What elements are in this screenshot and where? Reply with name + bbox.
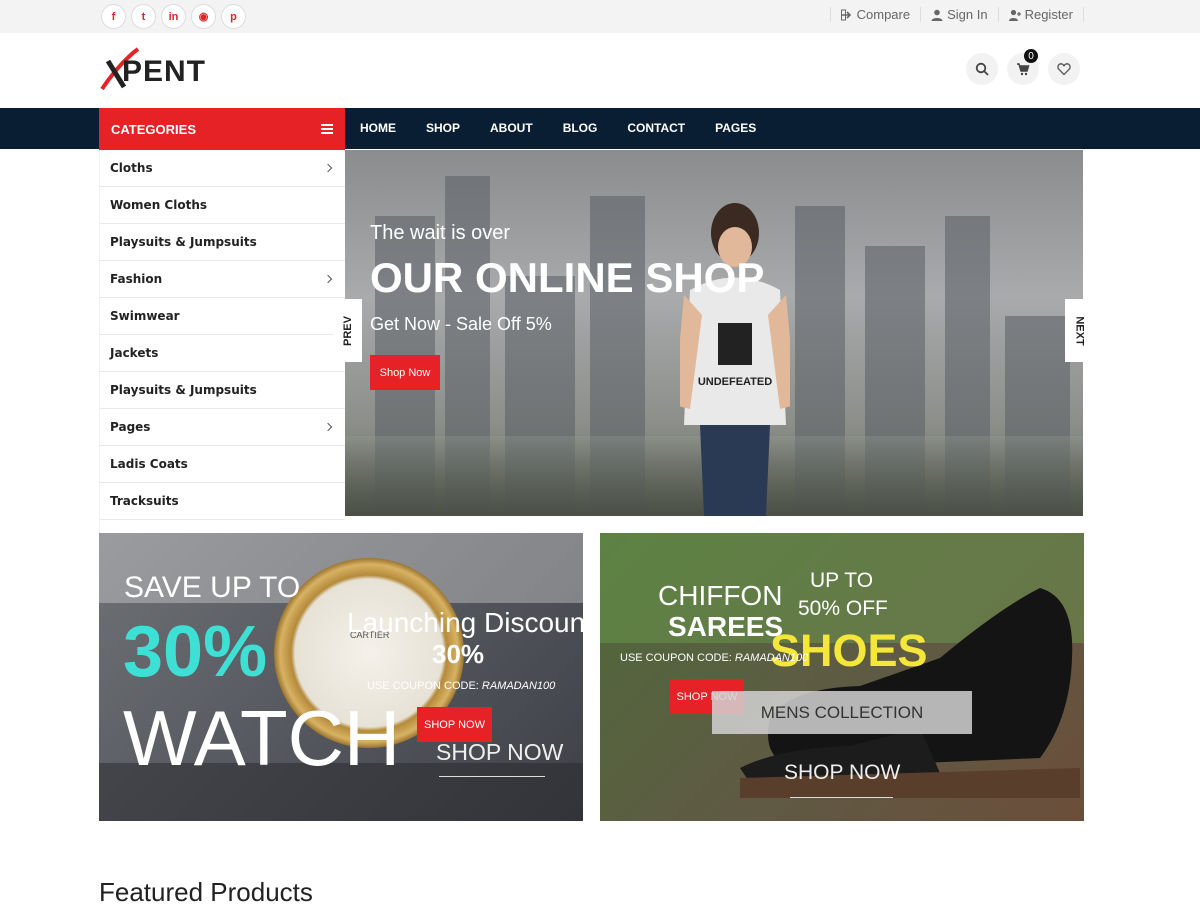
watch-shop-now-text: SHOP NOW (436, 739, 564, 765)
search-button[interactable] (966, 53, 998, 85)
hamburger-icon (321, 124, 333, 134)
hero-slider: UNDEFEATED The wait is over OUR ONLINE S… (345, 150, 1083, 516)
heart-icon (1057, 63, 1071, 76)
category-label: Tracksuits (110, 494, 179, 508)
shoes-title: SHOES (770, 625, 928, 676)
launch-discount-text: Launching Discount (347, 607, 583, 638)
prev-label: PREV (341, 315, 354, 346)
compare-link[interactable]: Compare (829, 7, 920, 22)
watch-title: WATCH (123, 694, 401, 782)
facebook-icon[interactable]: f (101, 4, 126, 29)
launch-percent: 30% (432, 639, 485, 669)
category-item[interactable]: Ladis Coats (100, 446, 345, 483)
category-label: Women Cloths (110, 198, 208, 212)
main-menu: HOME SHOP ABOUT BLOG CONTACT PAGES (345, 108, 771, 149)
up-to-text: UP TO (810, 569, 874, 592)
featured-products-heading: Featured Products (99, 877, 313, 907)
categories-toggle[interactable]: CATEGORIES (99, 108, 345, 150)
next-label: NEXT (1073, 315, 1086, 346)
hero-model-image: UNDEFEATED (680, 203, 790, 516)
coupon-code: RAMADAN100 (734, 652, 809, 664)
category-item[interactable]: Pages (100, 409, 345, 446)
category-label: Cloths (110, 161, 153, 175)
hero-subtitle: The wait is over (370, 222, 511, 244)
chevron-right-icon (323, 274, 333, 284)
slider-next-button[interactable]: NEXT (1065, 299, 1094, 362)
hero-shop-now-button[interactable]: Shop Now (370, 355, 440, 390)
nav-item-pages[interactable]: PAGES (700, 108, 771, 149)
hero-offer: Get Now - Sale Off 5% (370, 314, 552, 334)
chevron-right-icon (323, 422, 333, 432)
chiffon-text: CHIFFON (658, 580, 783, 611)
search-icon (975, 62, 989, 76)
category-item[interactable]: Women Cloths (100, 187, 345, 224)
compare-icon (840, 9, 851, 20)
account-links: Compare Sign In Register (829, 7, 1084, 22)
shoes-shop-now-text: SHOP NOW (784, 761, 901, 784)
category-label: Swimwear (110, 309, 180, 323)
compare-label: Compare (856, 7, 911, 22)
main-nav: CATEGORIES HOME SHOP ABOUT BLOG CONTACT PAGES (0, 108, 1200, 150)
user-plus-icon (1008, 9, 1021, 21)
category-label: Ladis Coats (110, 457, 188, 471)
linkedin-icon[interactable]: in (161, 4, 186, 29)
slider-prev-button[interactable]: PREV (333, 299, 362, 362)
watch-coupon-text: USE COUPON CODE: RAMADAN100 (367, 680, 555, 692)
save-up-to-text: SAVE UP TO (124, 571, 301, 604)
site-logo[interactable]: PENT (100, 47, 220, 91)
register-link[interactable]: Register (997, 7, 1084, 22)
sign-in-label: Sign In (947, 7, 988, 22)
chevron-right-icon (323, 163, 333, 173)
social-links: f t in ◉ p (101, 4, 246, 29)
tshirt-print: UNDEFEATED (698, 376, 772, 388)
site-header: PENT 0 (0, 33, 1200, 108)
coupon-code: RAMADAN100 (481, 680, 556, 692)
nav-item-blog[interactable]: BLOG (548, 108, 613, 149)
category-list: Cloths Women Cloths Playsuits & Jumpsuits F… (99, 150, 345, 533)
category-item[interactable]: Fashion (100, 261, 345, 298)
nav-item-shop[interactable]: SHOP (411, 108, 475, 149)
coupon-prefix: USE COUPON CODE: (620, 652, 735, 664)
fifty-off-text: 50% OFF (798, 597, 888, 620)
nav-item-home[interactable]: HOME (345, 108, 411, 149)
rss-icon[interactable]: ◉ (191, 4, 216, 29)
wishlist-button[interactable] (1048, 53, 1080, 85)
category-item[interactable]: Swimwear (100, 298, 345, 335)
cart-icon (1017, 63, 1030, 76)
twitter-icon[interactable]: t (131, 4, 156, 29)
shoes-coupon-text: USE COUPON CODE: RAMADAN100 (620, 652, 808, 664)
watch-shop-now-button[interactable]: SHOP NOW (417, 707, 492, 742)
category-label: Fashion (110, 272, 163, 286)
category-item[interactable]: Jackets (100, 335, 345, 372)
sign-in-link[interactable]: Sign In (920, 7, 997, 22)
top-bar: f t in ◉ p Compare Sign In Register (0, 0, 1200, 33)
nav-item-contact[interactable]: CONTACT (612, 108, 700, 149)
pinterest-icon[interactable]: p (221, 4, 246, 29)
nav-item-about[interactable]: ABOUT (475, 108, 548, 149)
register-label: Register (1024, 7, 1073, 22)
watch-promo-banner[interactable]: CARTIER SAVE UP TO 30% WATCH Launching D… (99, 533, 583, 821)
sarees-text: SAREES (668, 611, 784, 642)
category-label: Playsuits & Jumpsuits (110, 235, 257, 249)
category-item[interactable]: Tracksuits (100, 483, 345, 520)
category-item[interactable]: Playsuits & Jumpsuits (100, 372, 345, 409)
category-label: Playsuits & Jumpsuits (110, 383, 257, 397)
category-item[interactable]: Cloths (100, 150, 345, 187)
coupon-prefix: USE COUPON CODE: (367, 680, 482, 692)
logo-text: PENT (122, 55, 207, 88)
watch-percent: 30% (123, 612, 268, 692)
category-item[interactable]: Playsuits & Jumpsuits (100, 224, 345, 261)
user-icon (931, 9, 943, 21)
hero-title: OUR ONLINE SHOP (370, 254, 765, 301)
category-label: Pages (110, 420, 151, 434)
mens-collection-label: MENS COLLECTION (712, 691, 972, 734)
cart-count-badge: 0 (1024, 49, 1038, 63)
category-label: Jackets (110, 346, 159, 360)
categories-label: CATEGORIES (111, 121, 196, 137)
shoes-promo-banner[interactable]: CHIFFON SAREES UP TO 50% OFF SHOES USE C… (600, 533, 1084, 821)
